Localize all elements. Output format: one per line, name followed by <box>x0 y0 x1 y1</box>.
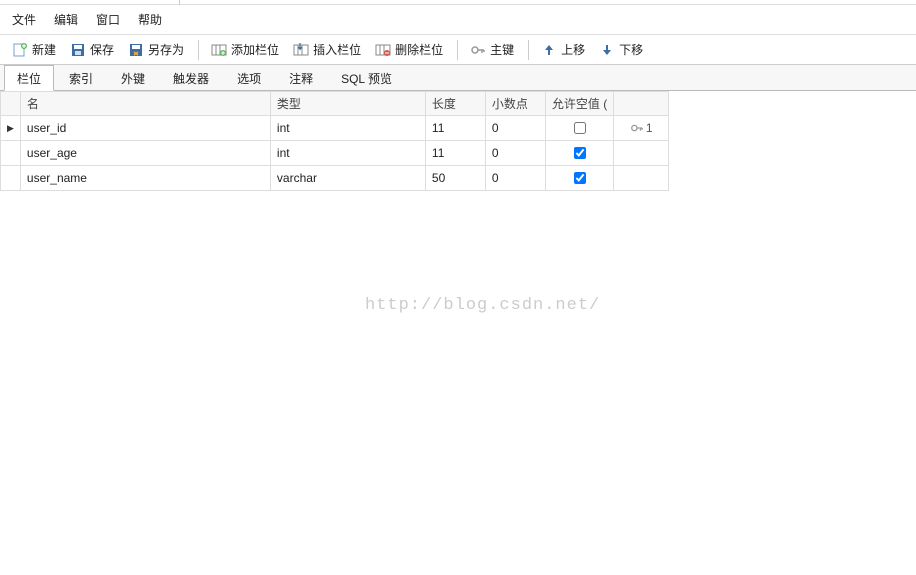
cell-type[interactable]: int <box>270 141 425 166</box>
grid-header-nullable[interactable]: 允许空值 ( <box>545 92 613 116</box>
nullable-checkbox[interactable] <box>574 122 586 134</box>
movedown-button-label: 下移 <box>619 41 643 58</box>
cell-nullable[interactable] <box>545 141 613 166</box>
tab-comment[interactable]: 注释 <box>276 65 326 90</box>
toolbar-separator-2 <box>457 40 458 60</box>
cell-primarykey[interactable] <box>614 166 669 191</box>
tab-stub <box>0 0 180 5</box>
grid-area: 名 类型 长度 小数点 允许空值 ( ▶user_idint110 1 user_a… <box>0 91 916 575</box>
grid-header-type[interactable]: 类型 <box>270 92 425 116</box>
menu-edit[interactable]: 编辑 <box>50 8 92 31</box>
toolbar-separator-3 <box>528 40 529 60</box>
row-marker <box>1 166 21 191</box>
saveas-button-label: 另存为 <box>148 41 184 58</box>
table-row[interactable]: ▶user_idint110 1 <box>1 116 669 141</box>
key-icon <box>630 121 644 135</box>
grid-header-length[interactable]: 长度 <box>425 92 485 116</box>
fields-grid[interactable]: 名 类型 长度 小数点 允许空值 ( ▶user_idint110 1 user_a… <box>0 91 669 191</box>
tab-sqlpreview[interactable]: SQL 预览 <box>328 65 405 90</box>
key-number: 1 <box>646 121 653 135</box>
nullable-checkbox[interactable] <box>574 147 586 159</box>
toolbar: 新建 保存 另存为 添加栏位 插入栏位 <box>0 35 916 65</box>
deletefield-icon <box>375 42 391 58</box>
save-icon <box>70 42 86 58</box>
saveas-icon <box>128 42 144 58</box>
new-icon <box>12 42 28 58</box>
grid-header-decimal[interactable]: 小数点 <box>485 92 545 116</box>
row-marker: ▶ <box>1 116 21 141</box>
insertfield-button[interactable]: 插入栏位 <box>287 39 367 60</box>
new-button-label: 新建 <box>32 41 56 58</box>
save-button-label: 保存 <box>90 41 114 58</box>
cell-nullable[interactable] <box>545 116 613 141</box>
cell-type[interactable]: int <box>270 116 425 141</box>
movedown-icon <box>599 42 615 58</box>
cell-length[interactable]: 50 <box>425 166 485 191</box>
toolbar-separator-1 <box>198 40 199 60</box>
deletefield-button-label: 删除栏位 <box>395 41 443 58</box>
row-marker <box>1 141 21 166</box>
insertfield-icon <box>293 42 309 58</box>
tab-options[interactable]: 选项 <box>224 65 274 90</box>
addfield-icon <box>211 42 227 58</box>
cell-nullable[interactable] <box>545 166 613 191</box>
movedown-button[interactable]: 下移 <box>593 39 649 60</box>
moveup-button-label: 上移 <box>561 41 585 58</box>
table-row[interactable]: user_ageint110 <box>1 141 669 166</box>
new-button[interactable]: 新建 <box>6 39 62 60</box>
addfield-button[interactable]: 添加栏位 <box>205 39 285 60</box>
saveas-button[interactable]: 另存为 <box>122 39 190 60</box>
cell-decimal[interactable]: 0 <box>485 116 545 141</box>
primarykey-button-label: 主键 <box>490 41 514 58</box>
moveup-icon <box>541 42 557 58</box>
cell-name[interactable]: user_name <box>20 166 270 191</box>
cell-name[interactable]: user_age <box>20 141 270 166</box>
primarykey-button[interactable]: 主键 <box>464 39 520 60</box>
menu-window[interactable]: 窗口 <box>92 8 134 31</box>
save-button[interactable]: 保存 <box>64 39 120 60</box>
tab-triggers[interactable]: 触发器 <box>160 65 222 90</box>
tab-foreignkeys[interactable]: 外键 <box>108 65 158 90</box>
grid-header-row: 名 类型 长度 小数点 允许空值 ( <box>1 92 669 116</box>
grid-header-name[interactable]: 名 <box>20 92 270 116</box>
cell-primarykey[interactable]: 1 <box>614 116 669 141</box>
cell-decimal[interactable]: 0 <box>485 166 545 191</box>
primarykey-icon <box>470 42 486 58</box>
grid-header-marker <box>1 92 21 116</box>
cell-decimal[interactable]: 0 <box>485 141 545 166</box>
menu-bar: 文件 编辑 窗口 帮助 <box>0 5 916 35</box>
addfield-button-label: 添加栏位 <box>231 41 279 58</box>
insertfield-button-label: 插入栏位 <box>313 41 361 58</box>
cell-name[interactable]: user_id <box>20 116 270 141</box>
menu-file[interactable]: 文件 <box>8 8 50 31</box>
nullable-checkbox[interactable] <box>574 172 586 184</box>
moveup-button[interactable]: 上移 <box>535 39 591 60</box>
tab-strip: 栏位 索引 外键 触发器 选项 注释 SQL 预览 <box>0 65 916 91</box>
cell-primarykey[interactable] <box>614 141 669 166</box>
cell-type[interactable]: varchar <box>270 166 425 191</box>
cell-length[interactable]: 11 <box>425 141 485 166</box>
table-row[interactable]: user_namevarchar500 <box>1 166 669 191</box>
menu-help[interactable]: 帮助 <box>134 8 176 31</box>
cell-length[interactable]: 11 <box>425 116 485 141</box>
grid-header-key[interactable] <box>614 92 669 116</box>
tab-fields[interactable]: 栏位 <box>4 65 54 91</box>
tab-indexes[interactable]: 索引 <box>56 65 106 90</box>
deletefield-button[interactable]: 删除栏位 <box>369 39 449 60</box>
